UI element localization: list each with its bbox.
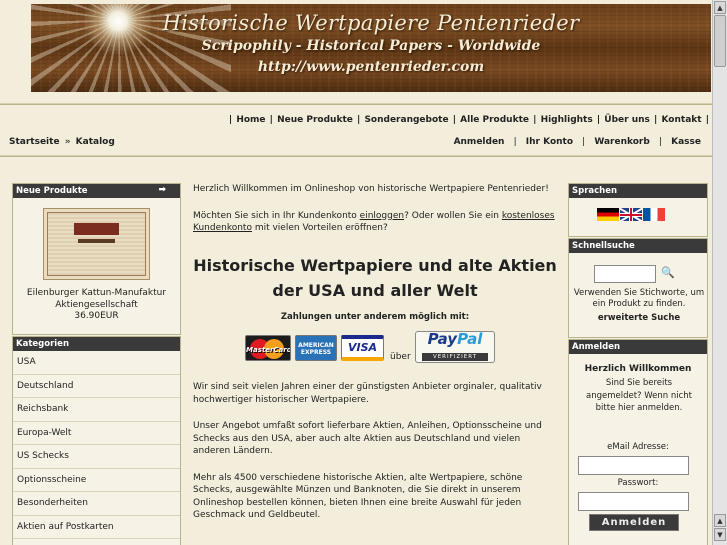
header: Historische Wertpapiere Pentenrieder Scr…: [0, 0, 712, 101]
intro-paragraph-1: Wir sind seit vielen Jahren einer der gü…: [193, 382, 542, 405]
login-box: Anmelden Herzlich Willkommen Sind Sie be…: [568, 339, 708, 545]
breadcrumb: Startseite » Katalog: [9, 137, 115, 147]
nav-about[interactable]: Über uns: [604, 115, 650, 125]
account-link[interactable]: Ihr Konto: [526, 137, 573, 147]
main-headline: Historische Wertpapiere und alte Aktien …: [193, 255, 557, 300]
category-deutschland[interactable]: Deutschland: [13, 375, 180, 398]
category-usa[interactable]: USA: [13, 351, 180, 375]
payment-methods: MasterCard AMERICAN EXPRESS VISA über Pa…: [193, 331, 557, 367]
breadcrumb-home[interactable]: Startseite: [9, 137, 60, 147]
nav-home[interactable]: Home: [236, 115, 265, 125]
intro-paragraph-2: Unser Angebot umfaßt sofort lieferbare A…: [193, 421, 542, 456]
account-navigation: Anmelden | Ihr Konto | Warenkorb | Kasse: [453, 137, 701, 147]
product-image[interactable]: [43, 208, 150, 280]
nav-all-products[interactable]: Alle Produkte: [460, 115, 529, 125]
visa-icon: VISA: [341, 335, 384, 361]
cart-link[interactable]: Warenkorb: [594, 137, 649, 147]
amex-icon: AMERICAN EXPRESS: [295, 335, 337, 361]
flag-uk-icon[interactable]: [620, 208, 642, 221]
welcome-text: Herzlich Willkommen im Onlineshop von hi…: [193, 184, 549, 194]
languages-header: Sprachen: [569, 184, 707, 198]
payment-title: Zahlungen unter anderem möglich mit:: [280, 311, 470, 322]
account-login-link[interactable]: Anmelden: [454, 137, 505, 147]
new-products-box: Neue Produkte ➡ Eilenburger Kattun-Manuf…: [12, 183, 181, 335]
quick-search-box: Schnellsuche 🔍 Verwenden Sie Stichworte,…: [568, 238, 708, 338]
languages-box: Sprachen: [568, 183, 708, 237]
main-content: Herzlich Willkommen im Onlineshop von hi…: [193, 183, 557, 545]
breadcrumb-current[interactable]: Katalog: [76, 137, 115, 147]
login-link[interactable]: einloggen: [360, 211, 404, 221]
category-reichsbank[interactable]: Reichsbank: [13, 398, 180, 422]
new-products-header: Neue Produkte ➡: [13, 184, 180, 198]
new-products-heading: Neue Produkte: [16, 186, 88, 196]
search-help-text: Verwenden Sie Stichworte, um ein Produkt…: [573, 288, 705, 309]
password-label: Passwort:: [617, 478, 659, 488]
product-price: 36.90EUR: [74, 311, 119, 321]
flag-de-icon[interactable]: [597, 208, 619, 221]
advanced-search-link[interactable]: erweiterte Suche: [569, 313, 709, 323]
paypal-icon[interactable]: PayPal VERIFIZIERT: [415, 331, 495, 363]
login-question-text: Sind Sie bereits angemeldet? Wenn nicht …: [585, 378, 693, 413]
categories-header: Kategorien: [13, 337, 180, 351]
divider-top: [0, 103, 712, 105]
search-input[interactable]: [594, 265, 656, 283]
scroll-up-icon[interactable]: ▲: [714, 1, 726, 14]
paypal-verified-badge: VERIFIZIERT: [422, 353, 488, 361]
nav-new-products[interactable]: Neue Produkte: [277, 115, 353, 125]
page: Historische Wertpapiere Pentenrieder Scr…: [0, 0, 712, 545]
search-icon[interactable]: 🔍: [661, 266, 675, 279]
scroll-up-bottom-icon[interactable]: ▲: [714, 514, 726, 527]
scrollbar[interactable]: ▲ ▲ ▼: [712, 0, 727, 545]
nav-special-offers[interactable]: Sonderangebote: [364, 115, 448, 125]
email-field[interactable]: [578, 456, 689, 475]
banner[interactable]: Historische Wertpapiere Pentenrieder Scr…: [31, 4, 711, 92]
login-button[interactable]: Anmelden: [589, 514, 679, 531]
nav-contact[interactable]: Kontakt: [661, 115, 701, 125]
mastercard-icon: MasterCard: [245, 335, 291, 361]
password-field[interactable]: [578, 492, 689, 511]
categories-box: Kategorien USA Deutschland Reichsbank Eu…: [12, 336, 181, 545]
quick-search-header: Schnellsuche: [569, 239, 707, 253]
category-besonderheiten[interactable]: Besonderheiten: [13, 492, 180, 516]
arrow-right-icon[interactable]: ➡: [158, 185, 166, 195]
login-welcome: Herzlich Willkommen: [584, 364, 692, 374]
flag-fr-icon[interactable]: [643, 208, 665, 221]
category-aktien-postkarten[interactable]: Aktien auf Postkarten: [13, 516, 180, 539]
category-us-schecks[interactable]: US Schecks: [13, 445, 180, 469]
banner-title: Historische Wertpapiere Pentenrieder: [162, 11, 580, 35]
product-name-link[interactable]: Eilenburger Kattun-Manufaktur Aktiengese…: [13, 287, 180, 311]
scrollbar-thumb[interactable]: [714, 15, 726, 67]
divider-nav: [0, 155, 712, 157]
payment-via-text: über: [390, 352, 411, 362]
login-question: Möchten Sie sich in Ihr Kundenkonto einl…: [193, 210, 555, 234]
banner-url: http://www.pentenrieder.com: [257, 59, 485, 75]
intro-paragraph-3: Mehr als 4500 verschiedene historische A…: [193, 472, 523, 521]
nav-highlights[interactable]: Highlights: [541, 115, 593, 125]
breadcrumb-separator: »: [64, 137, 71, 147]
top-navigation: | Home | Neue Produkte | Sonderangebote …: [228, 115, 709, 125]
language-flags: [597, 208, 666, 222]
login-header: Anmelden: [569, 340, 707, 354]
category-optionsscheine[interactable]: Optionsscheine: [13, 469, 180, 492]
scroll-down-icon[interactable]: ▼: [714, 528, 726, 541]
banner-subtitle: Scripophily - Historical Papers - Worldw…: [201, 38, 541, 54]
checkout-link[interactable]: Kasse: [671, 137, 701, 147]
category-europa-welt[interactable]: Europa-Welt: [13, 422, 180, 445]
email-label: eMail Adresse:: [607, 442, 669, 452]
